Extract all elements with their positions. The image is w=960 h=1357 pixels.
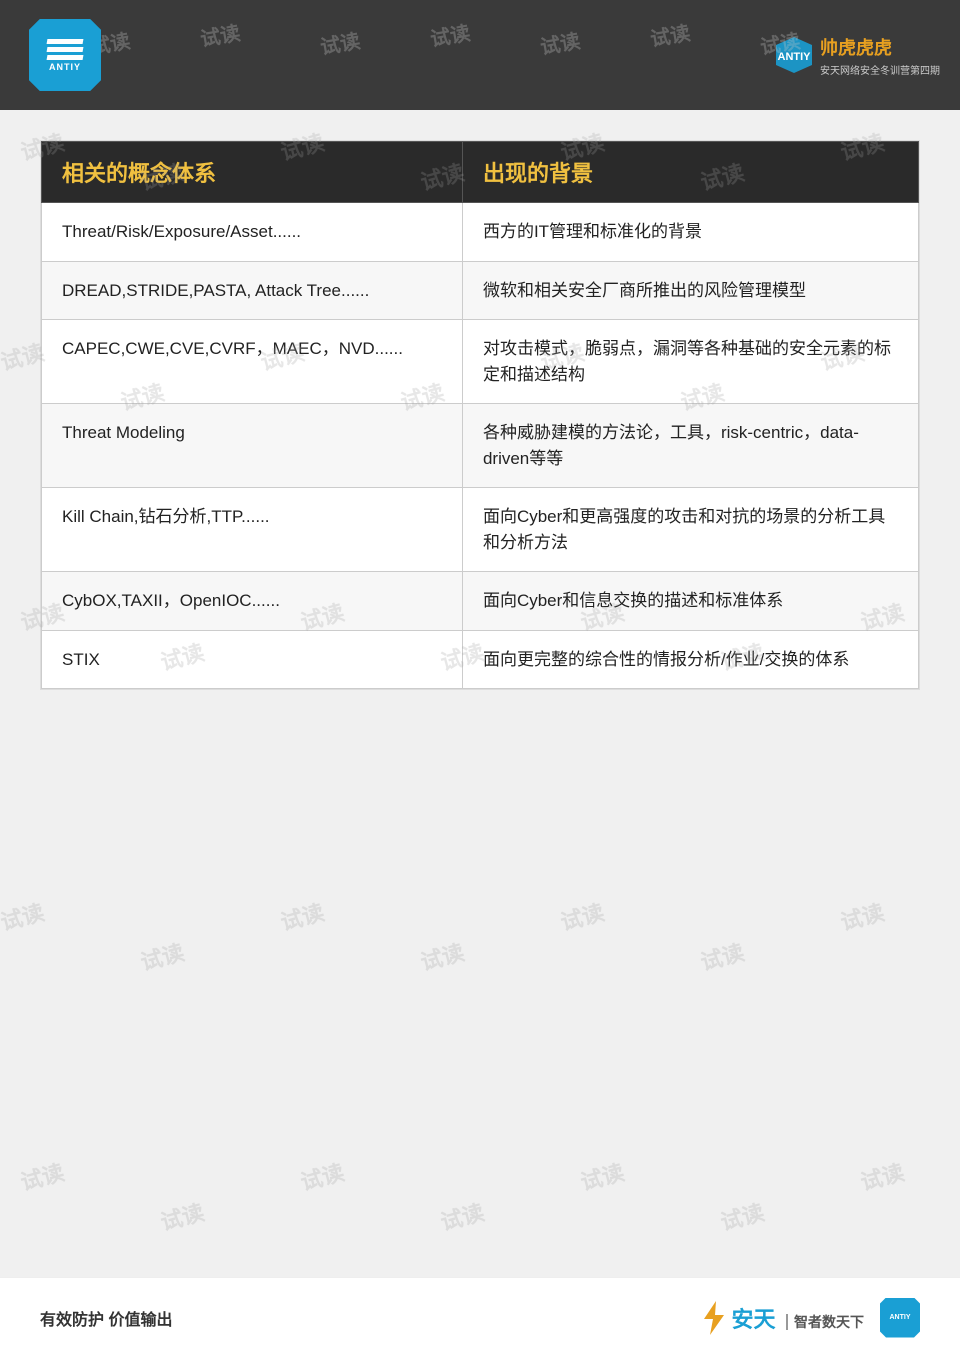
table-row: CybOX,TAXII，OpenIOC......面向Cyber和信息交换的描述… [42, 572, 919, 631]
body-wm-33: 试读 [577, 1155, 628, 1197]
col2-header: 出现的背景 [462, 142, 918, 203]
table-cell-left: CybOX,TAXII，OpenIOC...... [42, 572, 463, 631]
table-cell-right: 对攻击模式，脆弱点，漏洞等各种基础的安全元素的标定和描述结构 [462, 320, 918, 404]
footer-brand-antiy: 安天 [732, 1307, 776, 1332]
footer: 有效防护 价值输出 安天 智者数天下 ANTIY [0, 1277, 960, 1357]
logo-stripes [47, 39, 83, 60]
table-row: Kill Chain,钻石分析,TTP......面向Cyber和更高强度的攻击… [42, 488, 919, 572]
svg-text:ANTIY: ANTIY [778, 51, 812, 63]
footer-logo-text: ANTIY [890, 1314, 911, 1321]
table-cell-right: 微软和相关安全厂商所推出的风险管理模型 [462, 261, 918, 320]
header: 试读 试读 试读 试读 试读 试读 试读 ANTIY ANTIY 帅虎虎虎 安天 [0, 0, 960, 110]
table-cell-right: 面向Cyber和更高强度的攻击和对抗的场景的分析工具和分析方法 [462, 488, 918, 572]
table-cell-left: Threat/Risk/Exposure/Asset...... [42, 203, 463, 262]
watermark-4: 试读 [428, 17, 472, 53]
body-wm-22: 试读 [0, 895, 47, 937]
main-content: 相关的概念体系 出现的背景 Threat/Risk/Exposure/Asset… [40, 140, 920, 690]
body-wm-34: 试读 [717, 1195, 768, 1237]
table-cell-left: Kill Chain,钻石分析,TTP...... [42, 488, 463, 572]
table-row: CAPEC,CWE,CVE,CVRF，MAEC，NVD......对攻击模式，脆… [42, 320, 919, 404]
logo-text: ANTIY [49, 62, 81, 72]
table-cell-right: 各种威胁建模的方法论，工具，risk-centric，data-driven等等 [462, 404, 918, 488]
body-wm-26: 试读 [557, 895, 608, 937]
body-wm-29: 试读 [17, 1155, 68, 1197]
stripe-1 [47, 39, 84, 44]
body-wm-35: 试读 [857, 1155, 908, 1197]
footer-brand-slogan: 智者数天下 [786, 1314, 864, 1330]
watermark-2: 试读 [198, 17, 242, 53]
table-row: DREAD,STRIDE,PASTA, Attack Tree......微软和… [42, 261, 919, 320]
stripe-2 [47, 47, 84, 52]
footer-left-text: 有效防护 价值输出 [40, 1306, 172, 1330]
footer-logo-hex: ANTIY [880, 1298, 920, 1338]
body-wm-24: 试读 [277, 895, 328, 937]
body-wm-30: 试读 [157, 1195, 208, 1237]
table-header-row: 相关的概念体系 出现的背景 [42, 142, 919, 203]
table-cell-right: 面向更完整的综合性的情报分析/作业/交换的体系 [462, 630, 918, 689]
table-row: Threat Modeling各种威胁建模的方法论，工具，risk-centri… [42, 404, 919, 488]
table-row: Threat/Risk/Exposure/Asset......西方的IT管理和… [42, 203, 919, 262]
body-wm-31: 试读 [297, 1155, 348, 1197]
header-brand-icon: ANTIY [774, 35, 814, 75]
table-cell-left: DREAD,STRIDE,PASTA, Attack Tree...... [42, 261, 463, 320]
header-right-brand: ANTIY 帅虎虎虎 安天网络安全冬训营第四期 [774, 34, 940, 77]
body-wm-32: 试读 [437, 1195, 488, 1237]
footer-right: 安天 智者数天下 ANTIY [700, 1298, 920, 1338]
stripe-3 [47, 55, 84, 60]
body-wm-23: 试读 [137, 935, 188, 977]
table-cell-left: STIX [42, 630, 463, 689]
body-wm-25: 试读 [417, 935, 468, 977]
watermark-6: 试读 [648, 17, 692, 53]
watermark-3: 试读 [318, 25, 362, 61]
concept-table: 相关的概念体系 出现的背景 Threat/Risk/Exposure/Asset… [41, 141, 919, 689]
watermark-5: 试读 [538, 25, 582, 61]
brand-name: 帅虎虎虎 [820, 34, 940, 60]
table-cell-left: Threat Modeling [42, 404, 463, 488]
logo-box: ANTIY [29, 19, 101, 91]
table-body: Threat/Risk/Exposure/Asset......西方的IT管理和… [42, 203, 919, 689]
table-cell-left: CAPEC,CWE,CVE,CVRF，MAEC，NVD...... [42, 320, 463, 404]
brand-sub-text: 安天网络安全冬训营第四期 [820, 62, 940, 77]
body-wm-28: 试读 [837, 895, 888, 937]
footer-brand: 安天 智者数天下 [700, 1301, 864, 1335]
col1-header: 相关的概念体系 [42, 142, 463, 203]
logo-container: ANTIY [20, 10, 110, 100]
table-row: STIX面向更完整的综合性的情报分析/作业/交换的体系 [42, 630, 919, 689]
table-cell-right: 西方的IT管理和标准化的背景 [462, 203, 918, 262]
table-cell-right: 面向Cyber和信息交换的描述和标准体系 [462, 572, 918, 631]
body-wm-27: 试读 [697, 935, 748, 977]
footer-lightning-icon [700, 1301, 728, 1335]
